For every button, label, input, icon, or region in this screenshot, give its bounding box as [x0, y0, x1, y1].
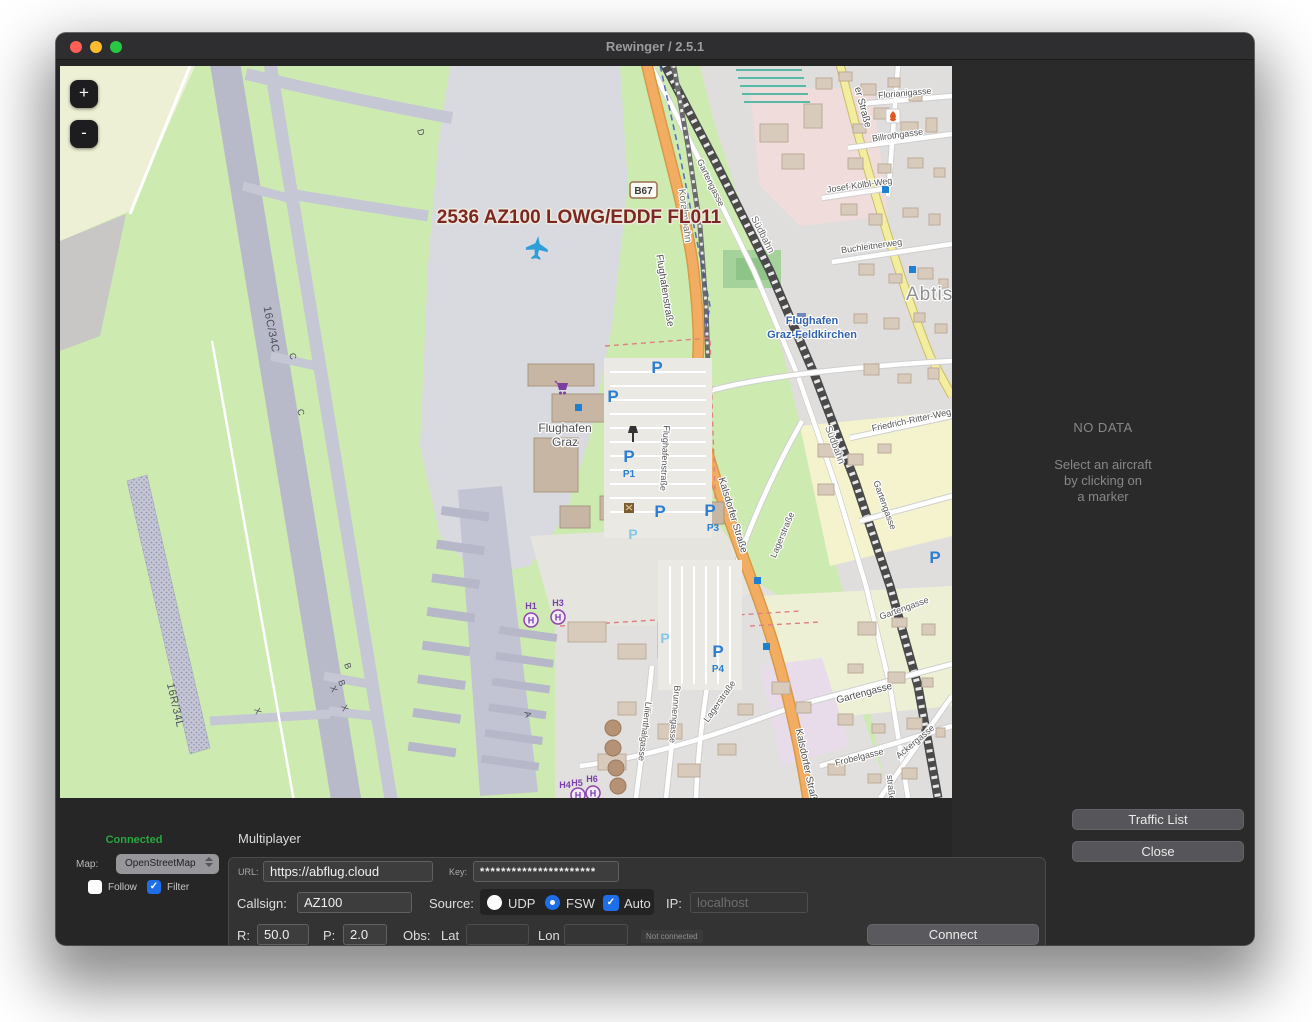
- p-input[interactable]: [343, 924, 387, 945]
- close-button[interactable]: Close: [1072, 841, 1244, 862]
- parking-marker[interactable]: P: [623, 447, 634, 466]
- no-data-line: Select an aircraft: [952, 457, 1254, 473]
- helipad-h3-label: H3: [552, 598, 564, 608]
- chevron-updown-icon: [205, 857, 213, 867]
- callsign-input[interactable]: [297, 892, 412, 913]
- parking-p4-label: P4: [712, 664, 725, 675]
- museum-icon: [624, 503, 634, 513]
- app-window: Rewinger / 2.5.1: [56, 33, 1254, 945]
- udp-radio[interactable]: [487, 895, 502, 910]
- multiplayer-title: Multiplayer: [238, 831, 301, 846]
- helipad-h1-label: H1: [525, 601, 537, 611]
- svg-text:H: H: [555, 613, 562, 623]
- lat-input[interactable]: [466, 924, 529, 945]
- parking-marker[interactable]: P: [654, 502, 665, 521]
- source-label: Source:: [429, 896, 474, 911]
- map-select-label: Map:: [76, 859, 98, 870]
- fsw-label: FSW: [566, 896, 595, 911]
- map-provider-select[interactable]: OpenStreetMap: [116, 854, 219, 874]
- auto-checkbox[interactable]: ✓: [603, 895, 619, 911]
- svg-text:H: H: [528, 616, 535, 626]
- place-abtissendorf-label: Abtissendorf: [906, 284, 952, 305]
- parking-marker[interactable]: P: [607, 387, 618, 406]
- url-label: URL:: [238, 867, 259, 877]
- station-name-line1: Flughafen: [786, 315, 839, 327]
- follow-label: Follow: [108, 882, 137, 893]
- no-data-line: a marker: [952, 489, 1254, 505]
- no-data-line: by clicking on: [952, 473, 1254, 489]
- lon-label: Lon: [538, 928, 560, 943]
- no-data-message: NO DATA Select an aircraft by clicking o…: [952, 420, 1254, 505]
- parking-marker[interactable]: P: [929, 548, 940, 567]
- parking-marker[interactable]: P: [712, 642, 723, 661]
- map-provider-value: OpenStreetMap: [125, 858, 196, 869]
- helipad-h5-label: H5: [571, 778, 583, 788]
- window-title: Rewinger / 2.5.1: [606, 39, 704, 54]
- fire-station-icon: [886, 109, 900, 123]
- no-data-title: NO DATA: [952, 420, 1254, 435]
- traffic-list-button[interactable]: Traffic List: [1072, 809, 1244, 830]
- multiplayer-groupbox: URL: Key: Callsign: Source: UDP FSW ✓ Au…: [228, 857, 1046, 945]
- station-name-line2: Graz-Feldkirchen: [767, 329, 857, 341]
- connect-button[interactable]: Connect: [867, 924, 1039, 945]
- svg-text:H: H: [590, 789, 597, 799]
- not-connected-badge: Not connected: [641, 930, 703, 943]
- callsign-label: Callsign:: [237, 896, 287, 911]
- follow-checkbox[interactable]: [88, 880, 102, 894]
- minimize-window-button[interactable]: [90, 41, 102, 53]
- window-controls: [70, 41, 122, 53]
- titlebar[interactable]: Rewinger / 2.5.1: [56, 33, 1254, 60]
- filter-checkbox[interactable]: ✓: [147, 880, 161, 894]
- p-label: P:: [323, 928, 335, 943]
- connection-status: Connected: [74, 834, 194, 846]
- osm-map: B67 16C/34C 16R/34L C C B B X X X A D Ko…: [60, 66, 952, 798]
- map-zoom-out-button[interactable]: -: [70, 120, 98, 148]
- route-badge-b67: B67: [630, 182, 657, 198]
- aircraft-flight-label[interactable]: 2536 AZ100 LOWG/EDDF FL011: [437, 207, 722, 228]
- parking-p3-label: P3: [707, 523, 720, 534]
- route-badge-label: B67: [634, 186, 653, 197]
- filter-label: Filter: [167, 882, 189, 893]
- ip-label: IP:: [666, 896, 682, 911]
- parking-p1-label: P1: [623, 469, 636, 480]
- parking-marker[interactable]: P: [660, 630, 669, 646]
- airport-name-line2: Graz: [552, 435, 578, 449]
- url-input[interactable]: [263, 861, 433, 882]
- ip-input[interactable]: [690, 892, 808, 913]
- key-input[interactable]: [473, 861, 619, 882]
- helipad-h4-label: H4: [559, 780, 571, 790]
- r-label: R:: [237, 928, 250, 943]
- key-label: Key:: [449, 867, 467, 877]
- airport-name-line1: Flughafen: [538, 421, 591, 435]
- auto-label: Auto: [624, 896, 651, 911]
- map-canvas[interactable]: B67 16C/34C 16R/34L C C B B X X X A D Ko…: [60, 66, 952, 798]
- lat-label: Lat: [441, 928, 459, 943]
- fsw-radio[interactable]: [545, 895, 560, 910]
- udp-label: UDP: [508, 896, 535, 911]
- window-content: B67 16C/34C 16R/34L C C B B X X X A D Ko…: [56, 60, 1254, 945]
- map-zoom-in-button[interactable]: +: [70, 80, 98, 108]
- svg-text:H: H: [575, 791, 582, 799]
- detail-panel: NO DATA Select an aircraft by clicking o…: [952, 60, 1254, 945]
- street-fragment-label: straße: [885, 775, 897, 798]
- obs-label: Obs:: [403, 928, 430, 943]
- r-input[interactable]: [257, 924, 309, 945]
- parking-marker[interactable]: P: [704, 501, 715, 520]
- close-window-button[interactable]: [70, 41, 82, 53]
- helipad-h6-label: H6: [586, 774, 598, 784]
- parking-marker[interactable]: P: [628, 526, 637, 542]
- parking-marker[interactable]: P: [651, 358, 662, 377]
- fullscreen-window-button[interactable]: [110, 41, 122, 53]
- lon-input[interactable]: [564, 924, 628, 945]
